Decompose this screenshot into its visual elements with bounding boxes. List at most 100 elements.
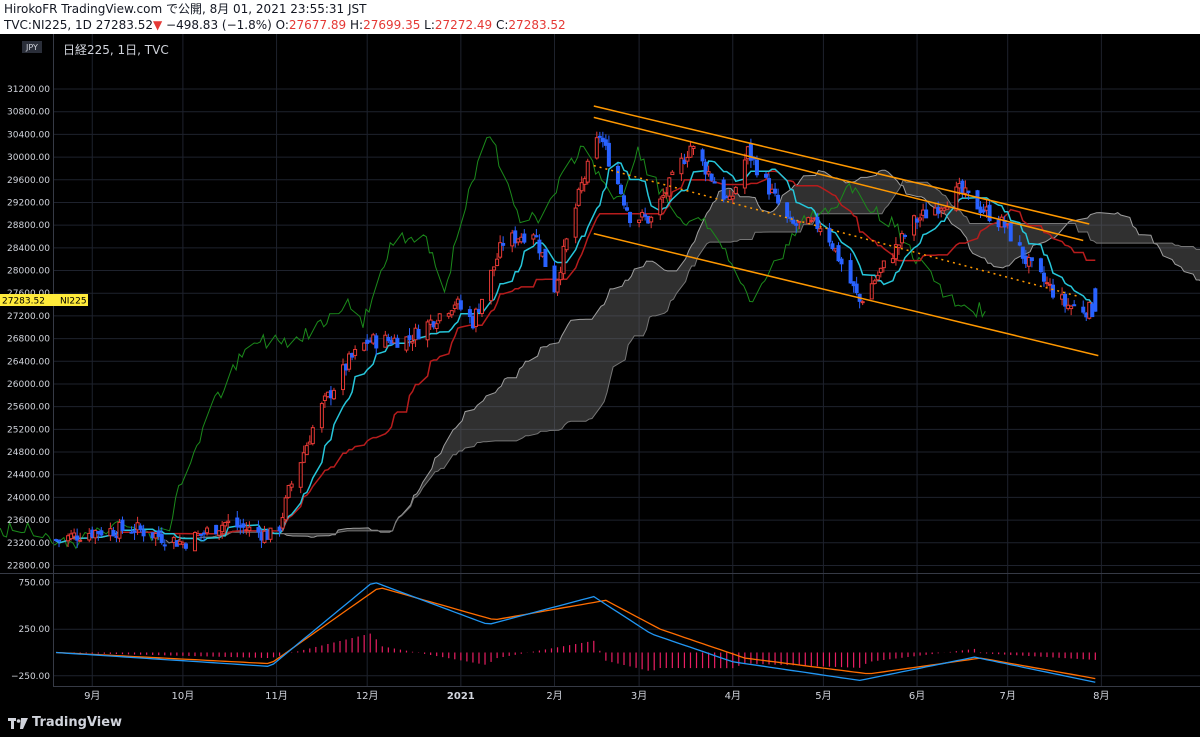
candle-body — [869, 283, 874, 300]
candle-body — [1081, 306, 1086, 313]
ichimoku-cloud — [165, 169, 1200, 544]
low-label: L: — [424, 18, 435, 32]
candle-body — [712, 181, 717, 184]
candle-body — [495, 258, 500, 267]
high-label: H: — [350, 18, 364, 32]
candle-body — [1093, 288, 1098, 312]
last-price-value: 27283.52 — [2, 297, 45, 307]
candle-body — [918, 217, 923, 221]
candle-body — [791, 219, 796, 224]
candle-body — [670, 171, 675, 176]
candle-body — [924, 209, 929, 219]
candle-body — [561, 245, 566, 275]
chart-legend: 日経225, 1日, TVC — [63, 43, 169, 57]
candle-body — [576, 188, 581, 206]
candle-body — [162, 544, 167, 547]
candle-body — [733, 186, 738, 194]
chart-svg[interactable]: 31200.00 30800.00 30400.00 30000.00 29600.00… — [0, 34, 1200, 715]
price-tick-label: 28800.00 — [7, 221, 50, 231]
trend-line-upper_2 — [593, 116, 1084, 242]
candle-body — [1017, 242, 1022, 246]
candle-body — [310, 427, 315, 445]
candle-body — [839, 258, 844, 265]
candle-body — [773, 188, 778, 194]
candle-body — [785, 202, 790, 218]
candle-body — [875, 274, 880, 281]
candle-body — [818, 228, 823, 233]
time-tick-label: 11月 — [265, 690, 288, 702]
candle-body — [890, 258, 895, 264]
candle-body — [410, 340, 415, 344]
time-tick-label: 9月 — [84, 690, 100, 702]
macd-tick-label: 250.00 — [19, 625, 51, 635]
price-tick-label: 25200.00 — [7, 425, 50, 435]
candle-body — [860, 301, 865, 304]
candle-body — [434, 323, 439, 329]
candle-body — [283, 497, 288, 521]
price-tick-label: 27200.00 — [7, 312, 50, 322]
symbol-info: TVC:NI225, 1D 27283.52 — [4, 18, 153, 32]
macd-tick-label: −250.00 — [11, 672, 50, 682]
candle-body — [304, 445, 309, 456]
last-price-symbol: NI225 — [60, 297, 87, 307]
candle-body — [256, 527, 261, 533]
price-tick-label: 31200.00 — [7, 85, 50, 95]
price-tick-label: 28000.00 — [7, 267, 50, 277]
currency-badge-text: JPY — [25, 43, 38, 52]
time-tick-label: 10月 — [172, 690, 195, 702]
price-tick-label: 22800.00 — [7, 561, 50, 571]
candle-body — [966, 190, 971, 193]
candle-body — [331, 389, 336, 400]
candle-body — [896, 244, 901, 249]
candle-body — [99, 530, 104, 536]
candle-body — [537, 239, 542, 254]
chart-area[interactable]: 31200.00 30800.00 30400.00 30000.00 29600.00… — [0, 34, 1200, 715]
time-tick-label: 3月 — [631, 690, 647, 702]
open-label: O: — [275, 18, 289, 32]
open-value: 27677.89 — [288, 18, 347, 32]
candle-body — [594, 137, 599, 159]
price-tick-label: 23600.00 — [7, 516, 50, 526]
candle-body — [658, 198, 663, 216]
candle-body — [797, 220, 802, 223]
candle-body — [628, 211, 633, 224]
currency-badge: JPY — [22, 41, 42, 53]
candle-body — [1072, 304, 1077, 307]
candle-body — [1044, 282, 1049, 285]
candle-body — [854, 283, 859, 293]
candle-body — [1069, 305, 1074, 310]
price-tick-label: 28400.00 — [7, 244, 50, 254]
down-triangle-icon: ▼ — [152, 18, 163, 32]
chart-header: HirokoFR TradingView.com で公開, 8月 01, 202… — [0, 0, 1200, 34]
candle-body — [492, 266, 497, 271]
candle-body — [501, 242, 506, 246]
candle-body — [830, 243, 835, 250]
candle-body — [685, 156, 690, 162]
candle-body — [706, 171, 711, 175]
candle-body — [564, 238, 569, 251]
footer: TradingView — [0, 711, 1200, 737]
candle-body — [362, 342, 367, 351]
candle-body — [437, 313, 442, 322]
candle-body — [625, 207, 630, 211]
candle-body — [75, 535, 80, 541]
price-tick-label: 29600.00 — [7, 176, 50, 186]
candle-body — [878, 267, 883, 273]
time-tick-label: 2021 — [447, 691, 475, 702]
time-tick-label: 4月 — [725, 690, 741, 702]
grid — [54, 34, 1200, 686]
candle-body — [383, 334, 388, 348]
time-tick-label: 2月 — [546, 690, 562, 702]
close-label: C: — [496, 18, 509, 32]
candle-body — [809, 220, 814, 223]
candle-body — [138, 525, 143, 531]
candle-body — [661, 195, 666, 198]
candle-body — [57, 539, 62, 542]
candle-body — [1029, 257, 1034, 262]
price-tick-label: 25600.00 — [7, 403, 50, 413]
candle-body — [298, 462, 303, 488]
candle-body — [289, 483, 294, 488]
candle-body — [573, 207, 578, 238]
time-tick-label: 7月 — [1000, 690, 1016, 702]
candle-body — [268, 527, 273, 540]
